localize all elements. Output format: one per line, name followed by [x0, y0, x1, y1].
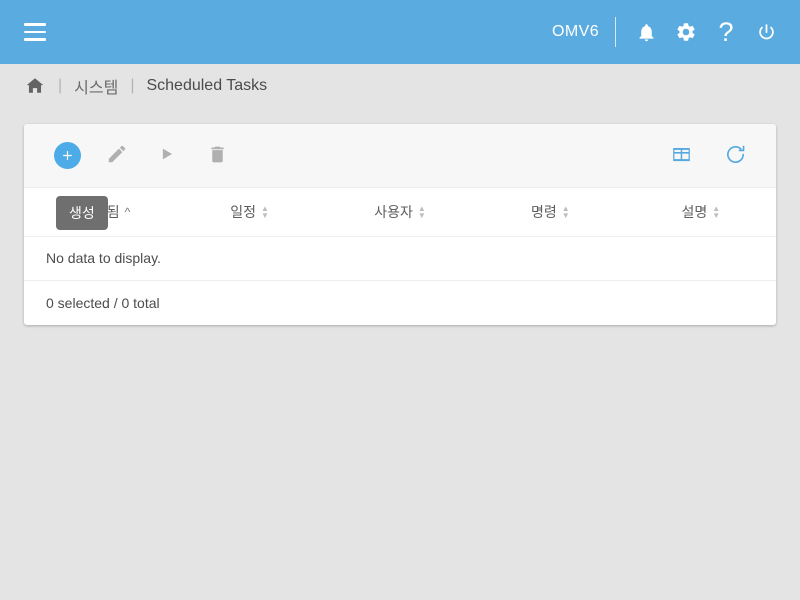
empty-state-message: No data to display.: [24, 236, 776, 281]
sort-toggle-icon: ▲ ▼: [561, 203, 570, 220]
hamburger-line: [24, 30, 46, 34]
add-task-button[interactable]: [48, 137, 86, 175]
sort-toggle-icon: ▲ ▼: [417, 203, 426, 220]
sort-ascending-icon: ^: [124, 204, 131, 219]
column-header-label: 일정: [230, 203, 256, 220]
hamburger-line: [24, 38, 46, 41]
datatable-toolbar: [24, 124, 776, 188]
toolbar-right-actions: [662, 137, 754, 175]
column-header-label: 설명: [681, 203, 708, 220]
power-icon[interactable]: [746, 12, 786, 52]
page-title: Scheduled Tasks: [146, 77, 268, 94]
breadcrumb-item-system[interactable]: 시스템: [74, 74, 118, 98]
topbar-actions: OMV6 ?: [552, 12, 786, 52]
table-body: No data to display.: [24, 236, 776, 281]
play-icon: [157, 144, 177, 167]
scheduled-tasks-card: 활성화됨 ^ 일정 ▲ ▼ 사용자 ▲ ▼ 명령 ▲ ▼ 설명 ▲ ▼ No d…: [24, 124, 776, 325]
run-task-button[interactable]: [148, 137, 186, 175]
table-columns-icon: [671, 144, 692, 168]
question-mark-glyph: ?: [718, 16, 734, 47]
column-header-schedule[interactable]: 일정 ▲ ▼: [174, 188, 325, 237]
column-header-label: 사용자: [374, 203, 413, 220]
sort-toggle-icon: ▲ ▼: [261, 203, 269, 220]
column-header-label: 활성화됨: [68, 203, 120, 220]
settings-icon[interactable]: [666, 12, 706, 52]
trash-icon: [207, 144, 228, 168]
table-footer: 0 selected / 0 total: [24, 281, 776, 325]
brand-label: OMV6: [552, 23, 599, 40]
table-header-row: 활성화됨 ^ 일정 ▲ ▼ 사용자 ▲ ▼ 명령 ▲ ▼ 설명 ▲ ▼: [24, 188, 776, 237]
breadcrumb-separator: |: [130, 77, 135, 94]
plus-icon: [53, 142, 81, 169]
column-header-comment[interactable]: 설명 ▲ ▼: [625, 188, 776, 237]
column-header-enabled[interactable]: 활성화됨 ^: [24, 188, 175, 237]
reload-button[interactable]: [716, 137, 754, 175]
delete-task-button[interactable]: [198, 137, 236, 175]
pencil-icon: [106, 143, 128, 168]
home-icon[interactable]: [24, 75, 46, 97]
edit-task-button[interactable]: [98, 137, 136, 175]
selection-count-label: 0 selected / 0 total: [46, 294, 160, 311]
scheduled-tasks-table: 활성화됨 ^ 일정 ▲ ▼ 사용자 ▲ ▼ 명령 ▲ ▼ 설명 ▲ ▼ No d…: [24, 188, 776, 281]
column-header-label: 명령: [531, 203, 557, 220]
notifications-icon[interactable]: [626, 12, 666, 52]
refresh-icon: [724, 143, 747, 169]
table-header: 활성화됨 ^ 일정 ▲ ▼ 사용자 ▲ ▼ 명령 ▲ ▼ 설명 ▲ ▼: [24, 188, 776, 237]
breadcrumb-separator: |: [58, 77, 63, 94]
top-app-bar: OMV6 ?: [0, 0, 800, 64]
help-icon[interactable]: ?: [706, 12, 746, 52]
column-chooser-button[interactable]: [662, 137, 700, 175]
hamburger-menu-icon[interactable]: [18, 15, 52, 49]
hamburger-line: [24, 23, 46, 26]
breadcrumb: | 시스템 | Scheduled Tasks: [0, 64, 800, 108]
column-header-command[interactable]: 명령 ▲ ▼: [475, 188, 626, 237]
topbar-divider: [615, 17, 616, 47]
sort-toggle-icon: ▲ ▼: [712, 203, 721, 220]
empty-state-row: No data to display.: [24, 236, 776, 281]
toolbar-left-actions: [48, 137, 236, 175]
column-header-user[interactable]: 사용자 ▲ ▼: [324, 188, 476, 237]
